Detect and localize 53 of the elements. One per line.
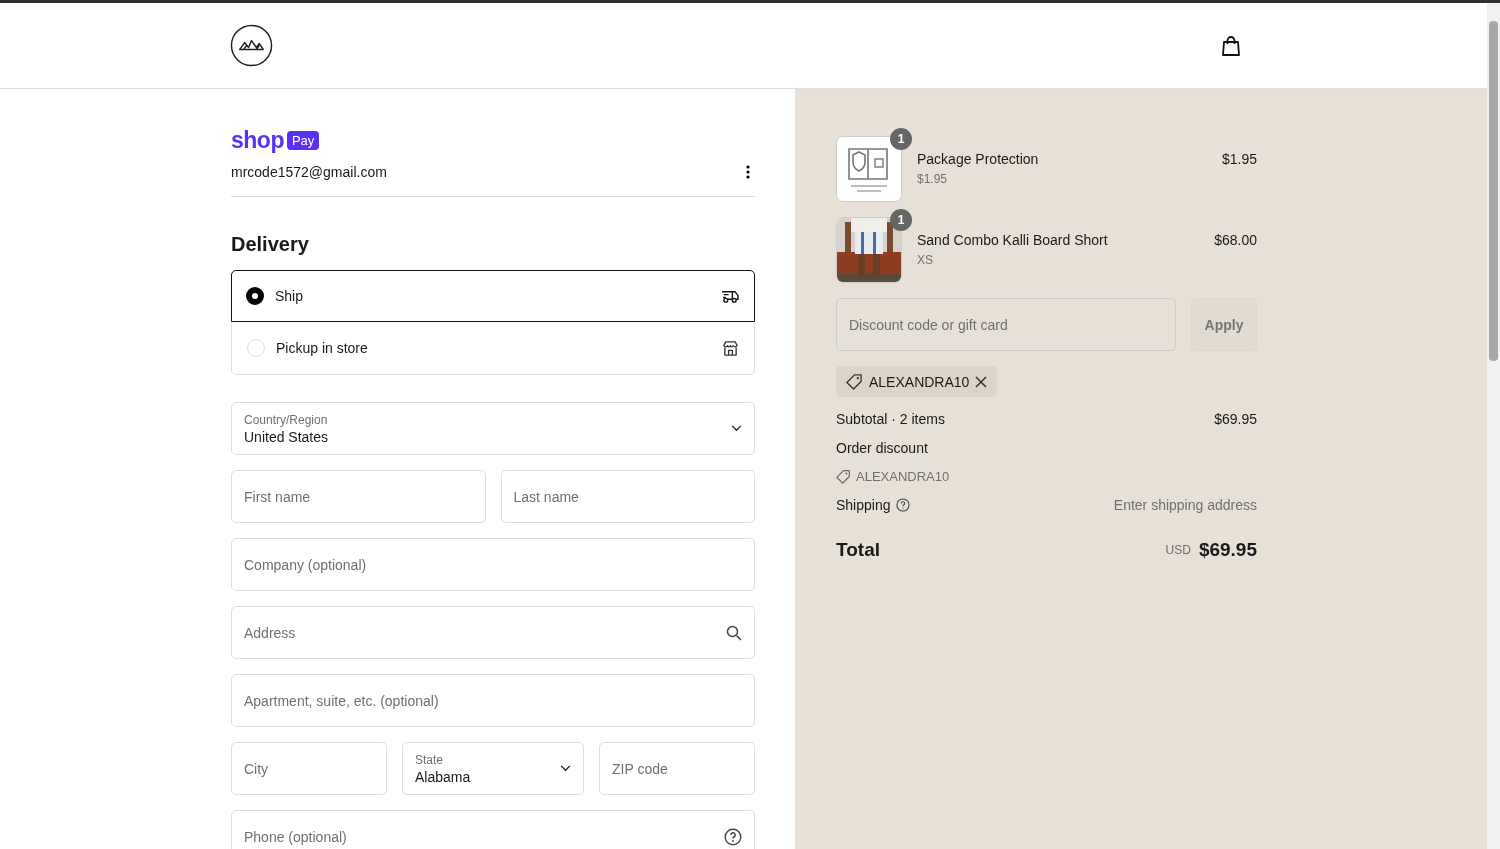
- search-icon[interactable]: [726, 624, 742, 641]
- close-icon[interactable]: [975, 375, 988, 388]
- scrollbar[interactable]: [1487, 3, 1500, 849]
- input-field[interactable]: City: [231, 742, 387, 795]
- tag-icon: [846, 373, 863, 390]
- account-email: mrcode1572@gmail.com: [231, 164, 387, 180]
- pay-badge: Pay: [286, 131, 320, 150]
- product-name: Package Protection: [917, 151, 1040, 167]
- product-detail: $1.95: [917, 172, 949, 186]
- currency-label: USD: [1165, 543, 1191, 557]
- more-options-icon[interactable]: [746, 165, 750, 179]
- delivery-option[interactable]: Pickup in store: [232, 322, 754, 374]
- total-label: Total: [836, 539, 880, 561]
- help-icon[interactable]: [724, 827, 742, 846]
- delivery-heading: Delivery: [231, 233, 310, 256]
- input-field[interactable]: Company (optional): [231, 538, 755, 591]
- product-name: Sand Combo Kalli Board Short: [917, 232, 1109, 248]
- quantity-badge: 1: [890, 209, 912, 231]
- subtotal-label: Subtotal · 2 items: [836, 411, 945, 427]
- subtotal-value: $69.95: [1214, 411, 1257, 427]
- input-field[interactable]: First name: [231, 470, 486, 523]
- select-field[interactable]: Country/Region United States: [231, 402, 755, 455]
- order-discount-label: Order discount: [836, 440, 928, 456]
- shop-logo: shop: [231, 127, 284, 154]
- total-value: $69.95: [1198, 539, 1257, 561]
- input-field[interactable]: Last name: [500, 470, 755, 523]
- radio-button[interactable]: [246, 287, 264, 305]
- discount-code: ALEXANDRA10: [856, 469, 950, 484]
- input-field[interactable]: ZIP code: [599, 742, 755, 795]
- product-price: $1.95: [1221, 150, 1257, 167]
- chevron-down-icon: [731, 425, 742, 432]
- tag-icon: [836, 469, 851, 484]
- shipping-label: Shipping: [836, 497, 891, 513]
- product-detail: XS: [917, 253, 934, 267]
- discount-code-field[interactable]: Discount code or gift card: [836, 298, 1176, 351]
- product-price: $68.00: [1214, 231, 1257, 248]
- shopping-bag-icon[interactable]: [1220, 34, 1242, 57]
- shipping-value: Enter shipping address: [1113, 497, 1257, 513]
- truck-icon: [721, 288, 740, 304]
- input-field[interactable]: Apartment, suite, etc. (optional): [231, 674, 755, 727]
- select-field[interactable]: State Alabama: [402, 742, 584, 795]
- input-field[interactable]: Phone (optional): [231, 810, 755, 849]
- input-field[interactable]: Address: [231, 606, 755, 659]
- chevron-down-icon: [560, 765, 571, 772]
- mountain-logo-icon[interactable]: [230, 24, 273, 67]
- option-label: Ship: [275, 288, 305, 304]
- package-drawing: [836, 136, 902, 202]
- discount-code: ALEXANDRA10: [869, 373, 970, 390]
- quantity-badge: 1: [890, 128, 912, 150]
- store-icon: [722, 339, 739, 357]
- option-label: Pickup in store: [276, 340, 369, 356]
- delivery-option[interactable]: Ship: [231, 270, 755, 322]
- help-icon[interactable]: [895, 498, 910, 512]
